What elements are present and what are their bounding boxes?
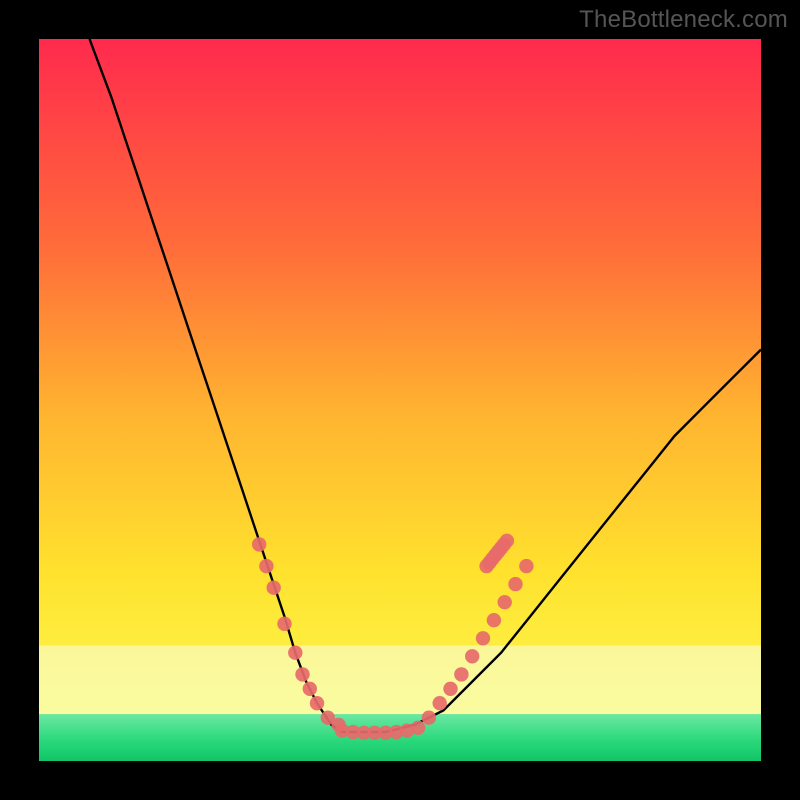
data-point (443, 682, 457, 696)
bottleneck-chart (39, 39, 761, 761)
data-point (267, 581, 281, 595)
data-point (288, 646, 302, 660)
data-point (433, 696, 447, 710)
data-point (508, 577, 522, 591)
data-point (498, 595, 512, 609)
data-point (487, 613, 501, 627)
data-point (422, 711, 436, 725)
data-point (252, 537, 266, 551)
data-point (476, 631, 490, 645)
data-point (454, 667, 468, 681)
pale-band (39, 645, 761, 714)
data-point (295, 667, 309, 681)
data-point (259, 559, 273, 573)
data-point (500, 534, 514, 548)
data-point (310, 696, 324, 710)
data-point (411, 721, 425, 735)
chart-frame: TheBottleneck.com (0, 0, 800, 800)
plot-area (39, 39, 761, 761)
watermark-text: TheBottleneck.com (579, 6, 788, 34)
data-point (519, 559, 533, 573)
data-point (277, 617, 291, 631)
data-point (303, 682, 317, 696)
data-point (465, 649, 479, 663)
